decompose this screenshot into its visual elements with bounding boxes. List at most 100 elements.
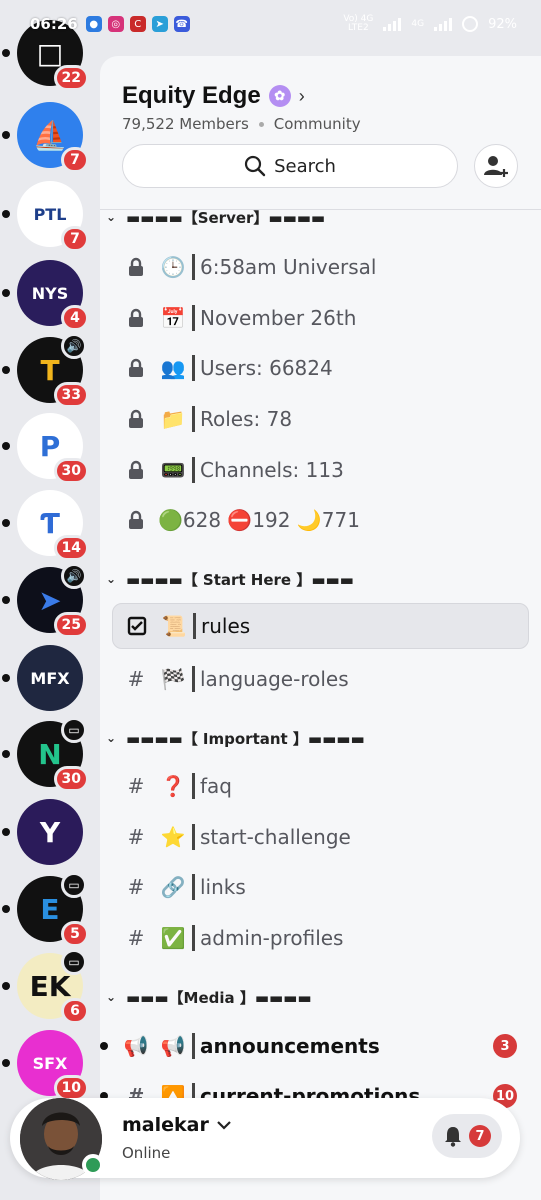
chevron-down-icon: ⌄: [106, 731, 117, 745]
channel-separator: [192, 666, 195, 692]
search-label: Search: [274, 155, 336, 177]
server-icon-proffinest[interactable]: P 30: [2, 413, 89, 484]
channel-november-26th[interactable]: 📅 November 26th: [112, 295, 529, 341]
unread-indicator: [2, 750, 10, 758]
channel-emoji: 📁: [160, 407, 186, 431]
channel-separator: [192, 1033, 195, 1059]
server-icon-tradlyx[interactable]: T 🔊 33: [2, 333, 89, 408]
channel-start-challenge[interactable]: # ⭐ start-challenge: [112, 814, 529, 860]
channel-language-roles[interactable]: # 🏁 language-roles: [112, 656, 529, 702]
mention-badge: 5: [61, 921, 89, 947]
channel-channels-113[interactable]: 📟 Channels: 113: [112, 447, 529, 493]
server-icon-e-server[interactable]: E ▭ 5: [2, 872, 89, 947]
channel-name: Users: 66824: [200, 356, 333, 380]
channel-6-58am-universal[interactable]: 🕒 6:58am Universal: [112, 244, 529, 290]
locked-text-channel-icon: #: [127, 875, 145, 899]
unread-indicator: [2, 49, 10, 57]
search-icon: [244, 155, 266, 177]
add-user-icon: [484, 156, 508, 177]
network-sublabel: LTE2: [348, 23, 369, 33]
chevron-down-icon: [217, 1121, 231, 1130]
server-header[interactable]: Equity Edge ✿ ›: [122, 82, 305, 110]
notification-count: 7: [469, 1125, 491, 1147]
megaphone-icon: 📢: [123, 1034, 149, 1058]
lock-icon: [124, 358, 148, 378]
category-label: ▬▬▬▬【 Important 】▬▬▬▬: [126, 729, 365, 748]
channel-628-192-771[interactable]: 🟢628 ⛔192 🌙771: [112, 497, 529, 543]
server-icon-y-server[interactable]: Y: [2, 799, 83, 865]
search-button[interactable]: Search: [122, 144, 458, 188]
status-bar: 06:26 ● ◎ C ➤ ☎ Vo) 4G LTE2 4G 92%: [0, 0, 541, 48]
member-count: 79,522 Members: [122, 115, 249, 133]
server-avatar: MFX: [17, 645, 83, 711]
channel-name: links: [200, 875, 246, 899]
category-start-here[interactable]: ⌄ ▬▬▬▬【 Start Here 】▬▬▬: [106, 565, 354, 593]
locked-text-channel-icon: #: [127, 667, 145, 691]
server-icon-opensea[interactable]: ⛵ 7: [2, 102, 89, 173]
channel-emoji: ❓: [160, 774, 186, 798]
channel-name: rules: [201, 614, 251, 638]
locked-text-channel-icon: #: [127, 825, 145, 849]
lock-icon: [124, 460, 148, 480]
unread-indicator: [2, 596, 10, 604]
server-icon-ptl[interactable]: PTL 7: [2, 181, 89, 252]
user-name: malekar: [122, 1114, 209, 1136]
network-indicator: Vo) 4G LTE2: [343, 15, 373, 33]
channel-announcements[interactable]: 📢 📢 announcements 3: [100, 1023, 529, 1069]
channel-panel: Equity Edge ✿ › 79,522 Members Community…: [100, 56, 541, 1200]
notification-icons: ● ◎ C ➤ ☎: [85, 16, 190, 32]
channel-emoji: 👥: [160, 356, 186, 380]
unread-indicator: [100, 1042, 108, 1050]
unread-indicator: [2, 366, 10, 374]
channel-emoji: 🕒: [160, 255, 186, 279]
channel-links[interactable]: # 🔗 links: [112, 864, 529, 910]
unread-indicator: [2, 828, 10, 836]
channel-emoji: 📟: [160, 458, 186, 482]
channel-admin-profiles[interactable]: # ✅ admin-profiles: [112, 915, 529, 961]
server-icon-arrow-server[interactable]: ➤ 🔊 25: [2, 563, 89, 638]
invite-members-button[interactable]: [474, 144, 518, 188]
voice-activity-icon: ▭: [61, 949, 87, 975]
online-status-dot: [82, 1154, 104, 1176]
server-type: Community: [273, 115, 361, 133]
boost-icon: ✿: [268, 85, 291, 107]
channel-roles-78[interactable]: 📁 Roles: 78: [112, 396, 529, 442]
channel-name: Roles: 78: [200, 407, 293, 431]
signal-bars-icon: [383, 17, 402, 31]
mention-badge: 30: [53, 458, 89, 484]
chevron-right-icon: ›: [298, 85, 305, 106]
channel-name: 🟢628 ⛔192 🌙771: [158, 508, 360, 532]
app-notification-icon: C: [129, 16, 146, 32]
mention-badge: 30: [53, 766, 89, 792]
channel-separator: [192, 773, 195, 799]
mention-badge: 6: [61, 998, 89, 1024]
channel-faq[interactable]: # ❓ faq: [112, 763, 529, 809]
channel-emoji: 📅: [160, 306, 186, 330]
server-icon-nys[interactable]: NYS 4: [2, 260, 89, 331]
channel-name: 6:58am Universal: [200, 255, 377, 279]
notifications-button[interactable]: 7: [432, 1114, 502, 1158]
server-avatar: Y: [17, 799, 83, 865]
channel-separator: [192, 874, 195, 900]
channel-rules[interactable]: 📜 rules: [112, 603, 529, 649]
server-icon-ts-server[interactable]: Ƭ 14: [2, 490, 89, 561]
mention-badge: 25: [53, 612, 89, 638]
category-server[interactable]: ⌄ ▬▬▬▬【Server】▬▬▬▬: [106, 203, 325, 231]
unread-indicator: [2, 210, 10, 218]
server-icon-mfx[interactable]: MFX: [2, 645, 83, 711]
battery-level: 92%: [488, 16, 517, 32]
category-media[interactable]: ⌄ ▬▬▬【Media 】▬▬▬▬: [106, 983, 312, 1011]
server-icon-n-server[interactable]: N ▭ 30: [2, 717, 89, 792]
server-icon-sfx-funded[interactable]: SFX 10: [2, 1030, 89, 1101]
user-name-button[interactable]: malekar: [122, 1114, 231, 1136]
mention-badge: 14: [53, 535, 89, 561]
server-icon-ek-server[interactable]: EK ▭ 6: [2, 949, 89, 1024]
unread-indicator: [2, 519, 10, 527]
channel-users-66824[interactable]: 👥 Users: 66824: [112, 345, 529, 391]
channel-name: November 26th: [200, 306, 357, 330]
bell-icon: [445, 1127, 461, 1147]
discord-app: 06:26 ● ◎ C ➤ ☎ Vo) 4G LTE2 4G 92% Equit…: [0, 0, 541, 1200]
category-important[interactable]: ⌄ ▬▬▬▬【 Important 】▬▬▬▬: [106, 724, 365, 752]
unread-indicator: [2, 442, 10, 450]
channel-emoji: ⭐: [160, 825, 186, 849]
